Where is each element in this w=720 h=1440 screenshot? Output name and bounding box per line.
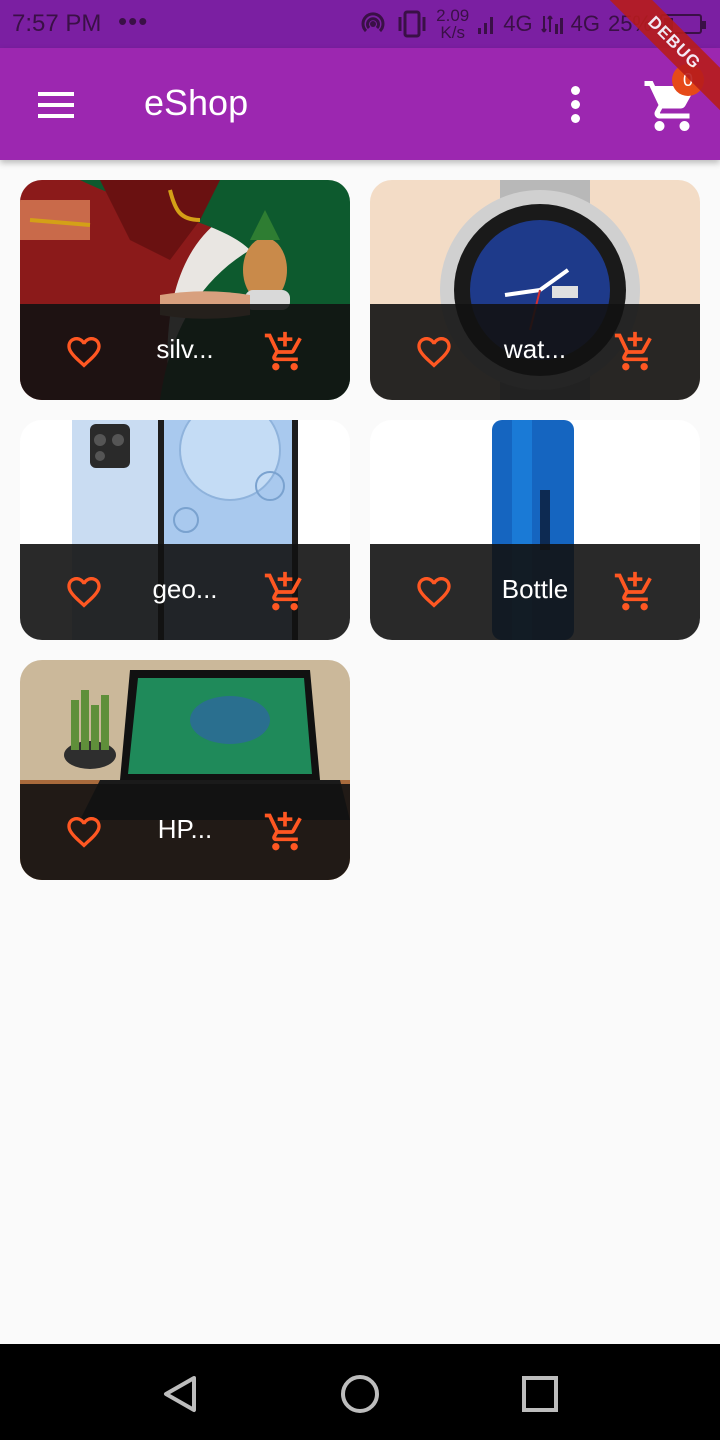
circle-home-icon[interactable] [338, 1372, 382, 1416]
more-vert-icon[interactable] [556, 82, 596, 126]
product-card-footer: wat... [370, 304, 700, 400]
square-recents-icon[interactable] [518, 1372, 562, 1416]
hotspot-icon [361, 12, 385, 33]
product-card[interactable]: wat... [370, 180, 700, 400]
network-speed: 2.09 K/s [436, 7, 469, 41]
speed-value: 2.09 [436, 6, 470, 25]
product-card[interactable]: Bottle [370, 420, 700, 640]
triangle-back-icon[interactable] [158, 1372, 202, 1416]
network-type-1: 4G [503, 11, 533, 36]
heart-outline-icon[interactable] [62, 572, 106, 612]
signal-icon-2 [540, 15, 563, 34]
add-shopping-cart-icon[interactable] [262, 330, 308, 374]
status-bar: 7:57 PM ••• 2.09 K/s 4G 4G 25% [0, 0, 720, 48]
heart-outline-icon[interactable] [62, 812, 106, 852]
system-nav-bar [0, 1344, 720, 1440]
status-time: 7:57 PM [12, 10, 102, 37]
product-card-footer: Bottle [370, 544, 700, 640]
network-type-2: 4G [570, 11, 600, 36]
signal-icon [478, 17, 494, 34]
product-card-footer: HP... [20, 784, 350, 880]
notification-dots: ••• [118, 6, 149, 36]
vibrate-icon [398, 10, 426, 38]
add-shopping-cart-icon[interactable] [612, 330, 658, 374]
heart-outline-icon[interactable] [62, 332, 106, 372]
product-card[interactable]: silv... [20, 180, 350, 400]
app-title: eShop [144, 82, 249, 123]
add-shopping-cart-icon[interactable] [612, 570, 658, 614]
product-card-footer: silv... [20, 304, 350, 400]
product-card-footer: geo... [20, 544, 350, 640]
product-name: silv... [156, 334, 214, 364]
product-card[interactable]: HP... [20, 660, 350, 880]
product-name: wat... [503, 334, 567, 364]
product-name: Bottle [501, 574, 569, 604]
product-card[interactable]: geo... [20, 420, 350, 640]
speed-unit: K/s [440, 23, 465, 42]
add-shopping-cart-icon[interactable] [262, 570, 308, 614]
product-name: geo... [152, 574, 218, 604]
app-bar: eShop [0, 48, 720, 160]
heart-outline-icon[interactable] [412, 332, 456, 372]
menu-icon[interactable] [26, 80, 86, 130]
product-name: HP... [157, 814, 213, 844]
add-shopping-cart-icon[interactable] [262, 810, 308, 854]
heart-outline-icon[interactable] [412, 572, 456, 612]
